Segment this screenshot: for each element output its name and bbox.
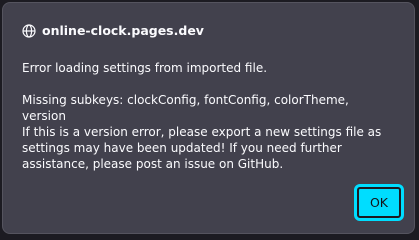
globe-icon — [22, 23, 36, 38]
dialog-message-line3: If this is a version error, please expor… — [22, 125, 382, 171]
alert-dialog: online-clock.pages.dev Error loading set… — [2, 2, 415, 234]
dialog-message-line2: Missing subkeys: clockConfig, fontConfig… — [22, 93, 349, 123]
ok-button[interactable]: OK — [354, 184, 404, 221]
dialog-origin: online-clock.pages.dev — [22, 23, 204, 38]
dialog-message-line1: Error loading settings from imported fil… — [22, 61, 268, 75]
dialog-origin-text: online-clock.pages.dev — [42, 23, 204, 38]
